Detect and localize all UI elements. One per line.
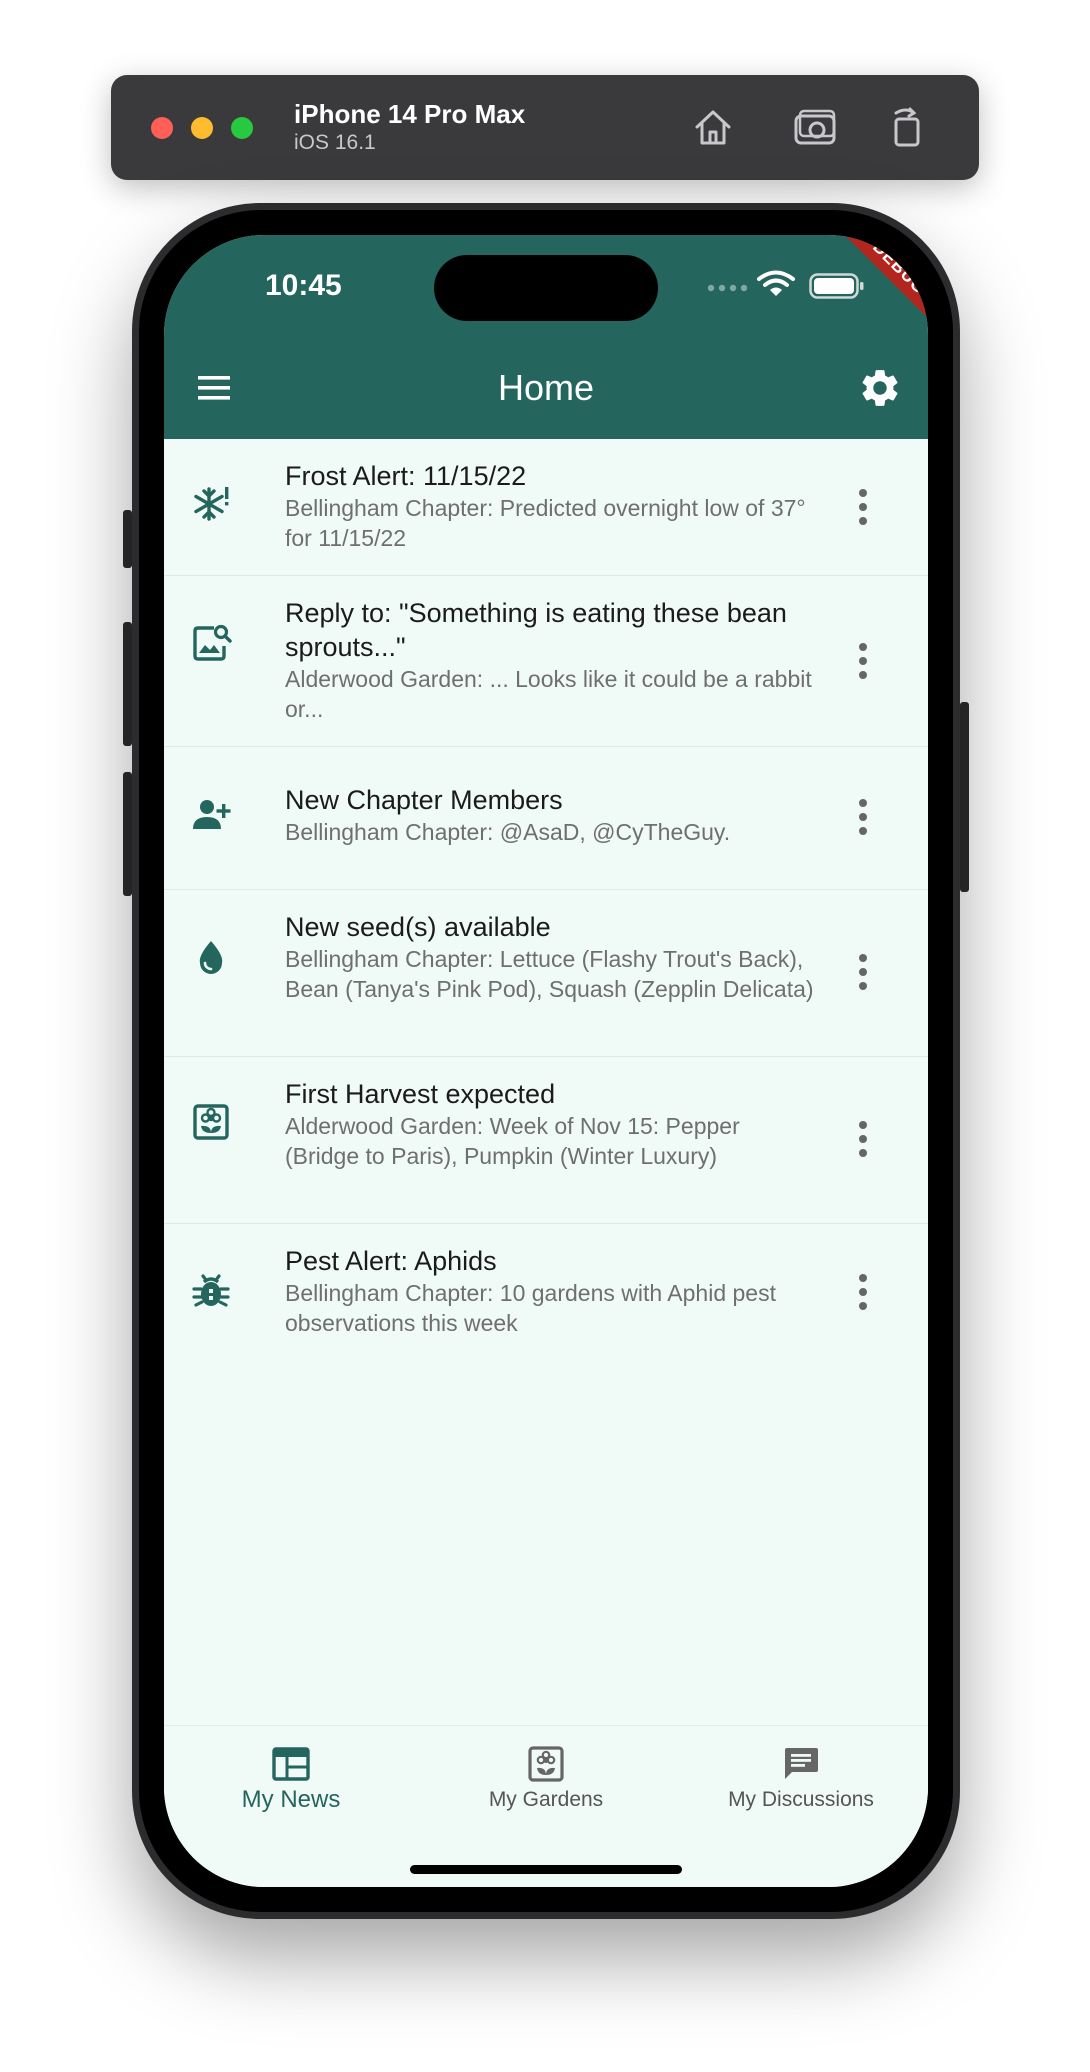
more-vert-icon[interactable] xyxy=(846,1270,880,1314)
os-version: iOS 16.1 xyxy=(294,131,376,154)
news-title: First Harvest expected xyxy=(285,1079,556,1109)
phone-screen: 10:45 DEBUG Home Frost Alert: 11/15/22 B… xyxy=(164,235,928,1887)
battery-icon xyxy=(809,273,864,299)
bottom-navigation: My News My Gardens My Discussions xyxy=(164,1725,928,1887)
more-vert-icon[interactable] xyxy=(846,950,880,994)
home-indicator[interactable] xyxy=(410,1865,682,1874)
news-item-frost-alert[interactable]: Frost Alert: 11/15/22 Bellingham Chapter… xyxy=(164,439,928,576)
news-title: New seed(s) available xyxy=(285,912,551,942)
news-text: Pest Alert: Aphids Bellingham Chapter: 1… xyxy=(285,1244,815,1338)
news-title: Pest Alert: Aphids xyxy=(285,1246,497,1276)
person-add-icon xyxy=(193,800,231,829)
news-subtitle: Bellingham Chapter: Predicted overnight … xyxy=(285,495,806,551)
more-vert-icon[interactable] xyxy=(846,639,880,683)
snowflake-alert-icon xyxy=(194,487,229,521)
garden-icon xyxy=(528,1746,564,1782)
news-title: New Chapter Members xyxy=(285,785,563,815)
chat-icon xyxy=(785,1748,818,1779)
dynamic-island xyxy=(434,255,658,321)
tab-my-news[interactable]: My News xyxy=(164,1726,418,1836)
status-time: 10:45 xyxy=(265,269,342,302)
volume-up-button xyxy=(123,622,132,746)
news-text: New seed(s) available Bellingham Chapter… xyxy=(285,910,815,1004)
water-drop-icon xyxy=(199,941,223,974)
news-item-first-harvest[interactable]: First Harvest expected Alderwood Garden:… xyxy=(164,1057,928,1224)
local-florist-icon xyxy=(193,1104,229,1140)
screenshot-icon[interactable] xyxy=(791,103,839,151)
tab-my-gardens[interactable]: My Gardens xyxy=(419,1726,673,1836)
news-subtitle: Alderwood Garden: ... Looks like it coul… xyxy=(285,666,812,722)
page-title: Home xyxy=(497,367,595,408)
zoom-window-button[interactable] xyxy=(231,117,253,139)
signal-icon xyxy=(707,284,748,292)
wifi-icon xyxy=(757,270,795,296)
tab-label: My Gardens xyxy=(488,1788,604,1811)
news-text: New Chapter Members Bellingham Chapter: … xyxy=(285,783,815,847)
volume-down-button xyxy=(123,772,132,896)
silent-switch xyxy=(123,510,132,568)
news-subtitle: Bellingham Chapter: Lettuce (Flashy Trou… xyxy=(285,946,814,1002)
news-item-pest-alert[interactable]: Pest Alert: Aphids Bellingham Chapter: 1… xyxy=(164,1224,928,1360)
more-vert-icon[interactable] xyxy=(846,1117,880,1161)
app-bar: 10:45 DEBUG Home xyxy=(164,235,928,439)
close-window-button[interactable] xyxy=(151,117,173,139)
gear-icon[interactable] xyxy=(848,356,912,420)
news-text: First Harvest expected Alderwood Garden:… xyxy=(285,1077,815,1171)
home-icon[interactable] xyxy=(689,103,737,151)
image-search-icon xyxy=(193,624,232,661)
minimize-window-button[interactable] xyxy=(191,117,213,139)
simulator-toolbar: iPhone 14 Pro Max iOS 16.1 xyxy=(111,75,979,180)
device-name: iPhone 14 Pro Max xyxy=(294,99,526,129)
rotate-icon[interactable] xyxy=(884,103,932,151)
news-list: Frost Alert: 11/15/22 Bellingham Chapter… xyxy=(164,439,928,1360)
news-title: Reply to: "Something is eating these bea… xyxy=(285,598,787,662)
newspaper-icon xyxy=(272,1747,310,1781)
news-subtitle: Bellingham Chapter: 10 gardens with Aphi… xyxy=(285,1280,776,1336)
news-item-seeds[interactable]: New seed(s) available Bellingham Chapter… xyxy=(164,890,928,1057)
more-vert-icon[interactable] xyxy=(846,795,880,839)
news-item-new-members[interactable]: New Chapter Members Bellingham Chapter: … xyxy=(164,747,928,890)
news-text: Reply to: "Something is eating these bea… xyxy=(285,596,815,724)
news-subtitle: Alderwood Garden: Week of Nov 15: Pepper… xyxy=(285,1113,740,1169)
news-text: Frost Alert: 11/15/22 Bellingham Chapter… xyxy=(285,459,815,553)
news-subtitle: Bellingham Chapter: @AsaD, @CyTheGuy. xyxy=(285,819,731,845)
more-vert-icon[interactable] xyxy=(846,485,880,529)
bug-icon xyxy=(192,1274,230,1307)
power-button xyxy=(960,702,969,892)
tab-label: My News xyxy=(241,1786,341,1813)
news-item-reply[interactable]: Reply to: "Something is eating these bea… xyxy=(164,576,928,747)
news-title: Frost Alert: 11/15/22 xyxy=(285,461,527,491)
tab-my-discussions[interactable]: My Discussions xyxy=(674,1726,928,1836)
tab-label: My Discussions xyxy=(728,1788,874,1811)
